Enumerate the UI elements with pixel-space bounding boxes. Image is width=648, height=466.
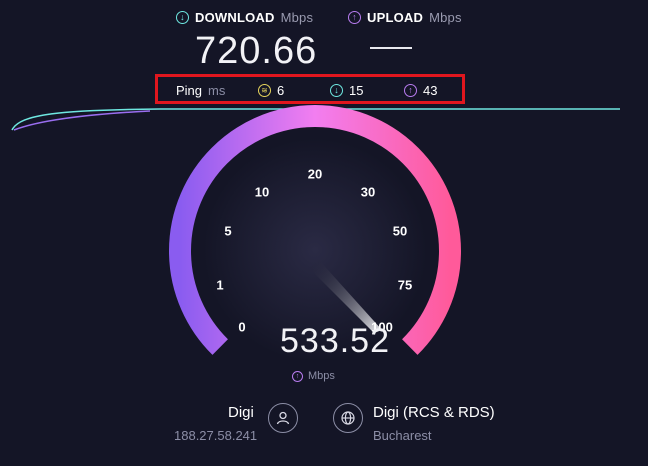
speed-gauge bbox=[169, 104, 461, 362]
isp-name: Digi bbox=[228, 404, 254, 421]
gauge-tick-label: 10 bbox=[254, 184, 270, 200]
gauge-tick-label: 50 bbox=[392, 223, 408, 239]
globe-icon-glyph bbox=[341, 411, 355, 425]
gauge-tick-label: 20 bbox=[307, 166, 323, 182]
gauge-tick-label: 5 bbox=[224, 223, 232, 239]
user-icon[interactable] bbox=[268, 403, 298, 433]
server-name[interactable]: Digi (RCS & RDS) bbox=[373, 404, 495, 421]
server-location: Bucharest bbox=[373, 428, 432, 443]
gauge-tick-label: 0 bbox=[238, 319, 246, 335]
user-icon-glyph bbox=[276, 411, 290, 425]
speedtest-screen: ↓ DOWNLOAD Mbps 720.66 ↑ UPLOAD Mbps Pin… bbox=[0, 0, 648, 466]
current-speed-value: 533.52 bbox=[280, 322, 390, 360]
current-speed-unit-label: Mbps bbox=[308, 370, 335, 382]
current-speed-unit: ↑ Mbps bbox=[292, 370, 335, 382]
globe-icon[interactable] bbox=[333, 403, 363, 433]
gauge-tick-label: 1 bbox=[216, 277, 224, 293]
gauge-tick-label: 75 bbox=[397, 277, 413, 293]
isp-ip-address: 188.27.58.241 bbox=[174, 428, 258, 443]
upload-arrow-icon: ↑ bbox=[292, 370, 303, 382]
gauge-tick-label: 30 bbox=[360, 184, 376, 200]
